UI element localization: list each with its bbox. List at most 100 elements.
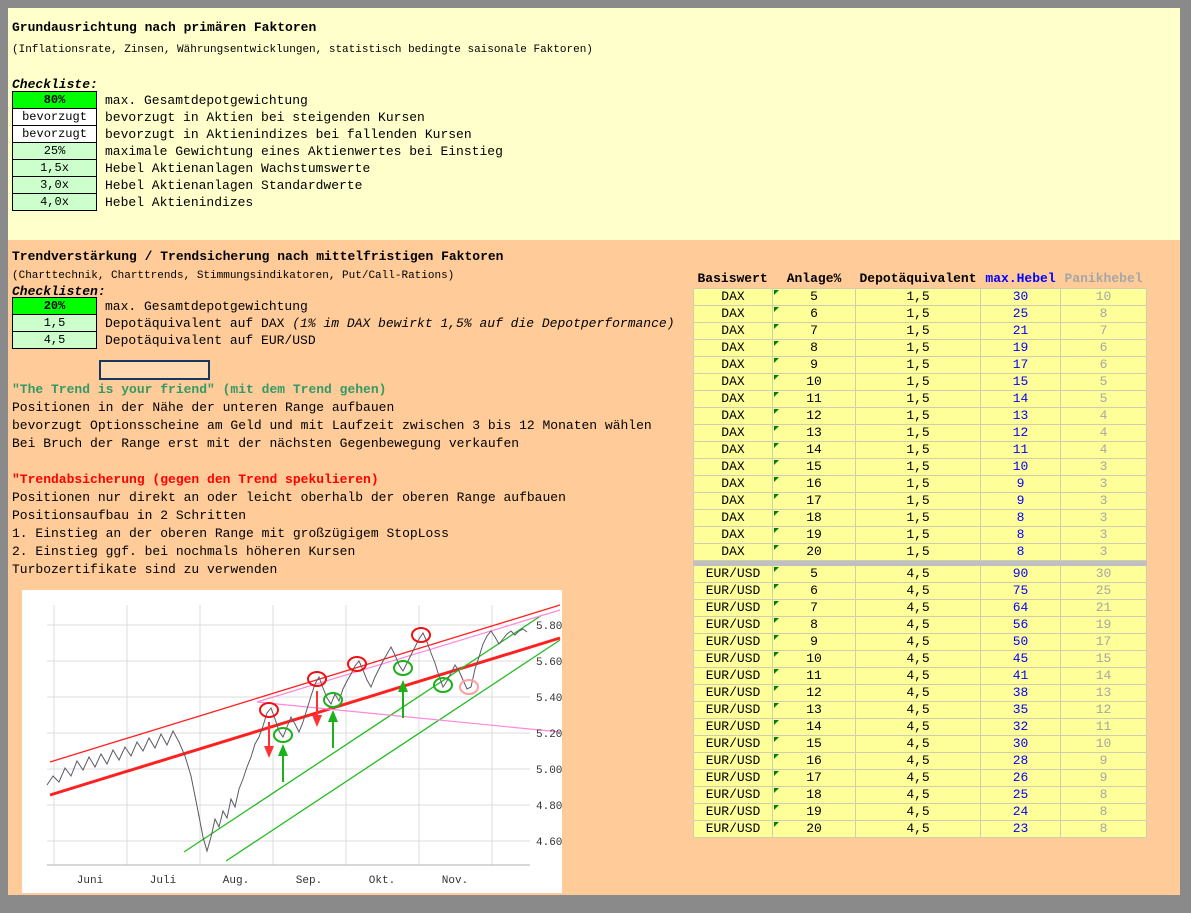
cell-anlage[interactable]: 7 [773,322,856,339]
cell-panik[interactable]: 21 [1061,599,1147,616]
cell-panik[interactable]: 19 [1061,616,1147,633]
cell-hebel[interactable]: 11 [981,441,1061,458]
cell-anlage[interactable]: 10 [773,650,856,667]
cell-depot[interactable]: 1,5 [856,492,981,509]
cell-basis[interactable]: EUR/USD [694,633,773,650]
cell-depot[interactable]: 1,5 [856,356,981,373]
cell-basis[interactable]: EUR/USD [694,803,773,820]
cell-panik[interactable]: 10 [1061,288,1147,305]
cell-hebel[interactable]: 50 [981,633,1061,650]
cell-anlage[interactable]: 12 [773,684,856,701]
cell-depot[interactable]: 4,5 [856,582,981,599]
cell-panik[interactable]: 25 [1061,582,1147,599]
cell-hebel[interactable]: 14 [981,390,1061,407]
cell-anlage[interactable]: 13 [773,701,856,718]
checklist-value-cell[interactable]: bevorzugt [13,109,97,126]
cell-hebel[interactable]: 28 [981,752,1061,769]
cell-panik[interactable]: 3 [1061,475,1147,492]
cell-depot[interactable]: 1,5 [856,407,981,424]
cell-panik[interactable]: 13 [1061,684,1147,701]
cell-anlage[interactable]: 14 [773,441,856,458]
cell-anlage[interactable]: 11 [773,667,856,684]
cell-basis[interactable]: EUR/USD [694,565,773,582]
cell-depot[interactable]: 1,5 [856,543,981,560]
cell-basis[interactable]: DAX [694,475,773,492]
cell-anlage[interactable]: 13 [773,424,856,441]
cell-panik[interactable]: 8 [1061,305,1147,322]
cell-hebel[interactable]: 23 [981,820,1061,837]
cell-anlage[interactable]: 14 [773,718,856,735]
cell-anlage[interactable]: 9 [773,356,856,373]
cell-panik[interactable]: 3 [1061,509,1147,526]
cell-depot[interactable]: 1,5 [856,475,981,492]
cell-anlage[interactable]: 16 [773,475,856,492]
cell-panik[interactable]: 14 [1061,667,1147,684]
cell-basis[interactable]: DAX [694,288,773,305]
cell-hebel[interactable]: 75 [981,582,1061,599]
cell-depot[interactable]: 1,5 [856,458,981,475]
cell-basis[interactable]: EUR/USD [694,599,773,616]
cell-hebel[interactable]: 10 [981,458,1061,475]
cell-anlage[interactable]: 17 [773,769,856,786]
cell-basis[interactable]: EUR/USD [694,582,773,599]
cell-basis[interactable]: EUR/USD [694,769,773,786]
cell-depot[interactable]: 1,5 [856,526,981,543]
cell-hebel[interactable]: 13 [981,407,1061,424]
cell-panik[interactable]: 8 [1061,820,1147,837]
cell-depot[interactable]: 1,5 [856,424,981,441]
cell-panik[interactable]: 3 [1061,526,1147,543]
cell-panik[interactable]: 3 [1061,543,1147,560]
cell-panik[interactable]: 9 [1061,752,1147,769]
cell-depot[interactable]: 4,5 [856,718,981,735]
cell-anlage[interactable]: 20 [773,820,856,837]
cell-hebel[interactable]: 90 [981,565,1061,582]
cell-anlage[interactable]: 17 [773,492,856,509]
cell-panik[interactable]: 17 [1061,633,1147,650]
cell-hebel[interactable]: 38 [981,684,1061,701]
cell-basis[interactable]: DAX [694,339,773,356]
cell-depot[interactable]: 1,5 [856,509,981,526]
cell-anlage[interactable]: 18 [773,509,856,526]
cell-hebel[interactable]: 9 [981,492,1061,509]
cell-basis[interactable]: EUR/USD [694,684,773,701]
cell-depot[interactable]: 4,5 [856,735,981,752]
cell-basis[interactable]: DAX [694,458,773,475]
selected-cell[interactable] [99,360,210,380]
cell-hebel[interactable]: 24 [981,803,1061,820]
checklist-value-cell[interactable]: 20% [13,298,97,315]
cell-panik[interactable]: 4 [1061,424,1147,441]
cell-basis[interactable]: DAX [694,322,773,339]
cell-basis[interactable]: DAX [694,509,773,526]
cell-panik[interactable]: 12 [1061,701,1147,718]
cell-basis[interactable]: DAX [694,390,773,407]
cell-depot[interactable]: 4,5 [856,599,981,616]
cell-anlage[interactable]: 6 [773,305,856,322]
cell-panik[interactable]: 7 [1061,322,1147,339]
cell-anlage[interactable]: 19 [773,803,856,820]
cell-hebel[interactable]: 30 [981,735,1061,752]
cell-panik[interactable]: 6 [1061,339,1147,356]
cell-depot[interactable]: 4,5 [856,616,981,633]
cell-depot[interactable]: 4,5 [856,803,981,820]
cell-basis[interactable]: DAX [694,526,773,543]
cell-hebel[interactable]: 32 [981,718,1061,735]
cell-basis[interactable]: DAX [694,441,773,458]
cell-hebel[interactable]: 25 [981,305,1061,322]
cell-panik[interactable]: 5 [1061,373,1147,390]
cell-basis[interactable]: DAX [694,356,773,373]
cell-panik[interactable]: 3 [1061,458,1147,475]
cell-basis[interactable]: EUR/USD [694,667,773,684]
cell-panik[interactable]: 6 [1061,356,1147,373]
cell-depot[interactable]: 1,5 [856,373,981,390]
cell-panik[interactable]: 9 [1061,769,1147,786]
cell-panik[interactable]: 11 [1061,718,1147,735]
cell-anlage[interactable]: 15 [773,458,856,475]
cell-panik[interactable]: 3 [1061,492,1147,509]
cell-basis[interactable]: DAX [694,305,773,322]
cell-hebel[interactable]: 12 [981,424,1061,441]
cell-hebel[interactable]: 8 [981,526,1061,543]
cell-basis[interactable]: EUR/USD [694,752,773,769]
checklist-value-cell[interactable]: 4,0x [13,194,97,211]
cell-anlage[interactable]: 18 [773,786,856,803]
cell-depot[interactable]: 1,5 [856,390,981,407]
